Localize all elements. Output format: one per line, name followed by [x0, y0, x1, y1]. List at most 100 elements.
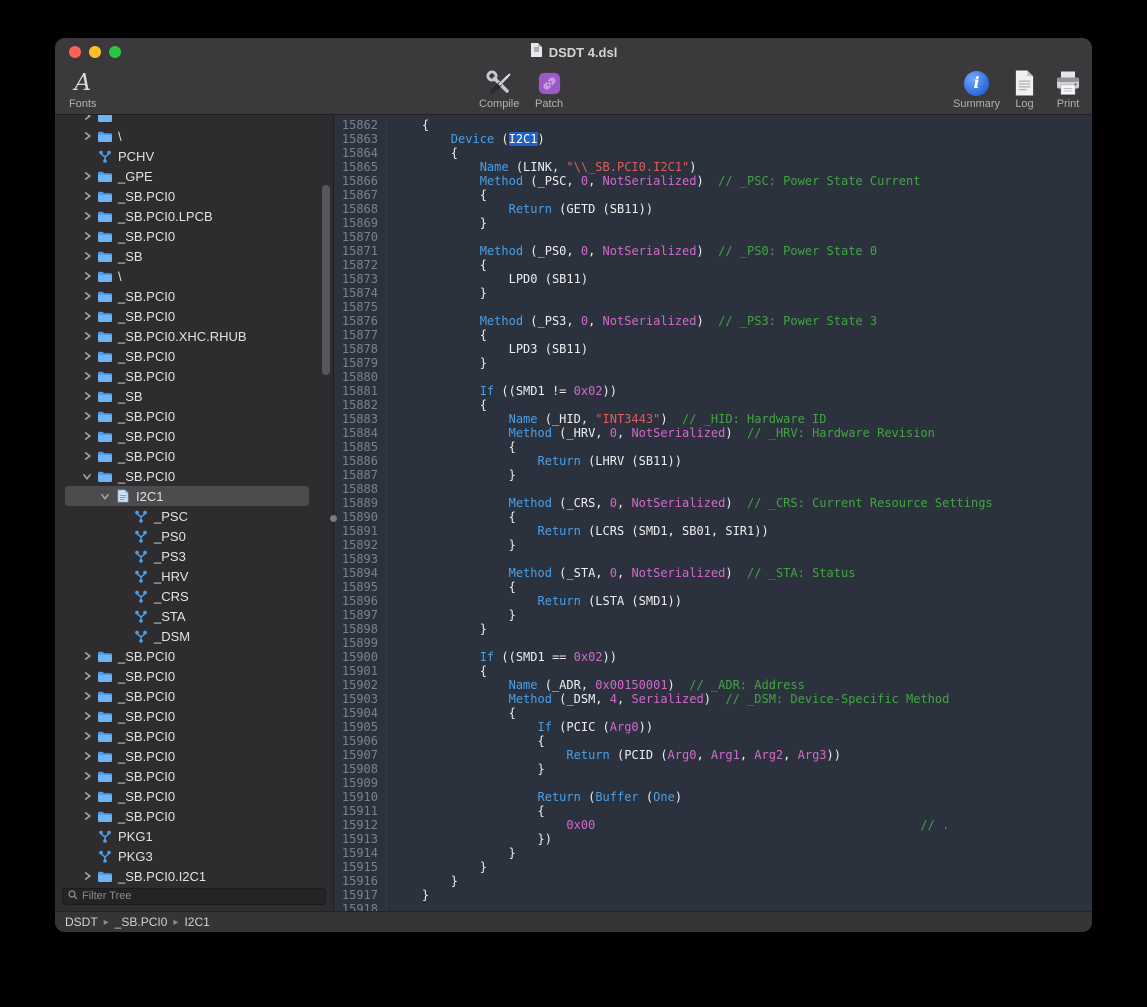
tree-item[interactable]: _SB.PCI0 [55, 666, 333, 686]
tree-item[interactable]: _SB.PCI0 [55, 466, 333, 486]
tree-item[interactable]: _PS3 [55, 546, 333, 566]
tree-item[interactable]: _PS0 [55, 526, 333, 546]
tree-item[interactable]: PKG3 [55, 846, 333, 866]
chevron-right-icon[interactable] [81, 250, 93, 262]
breadcrumb-item[interactable]: DSDT [65, 915, 98, 929]
tree-item[interactable]: _SB.PCI0.LPCB [55, 206, 333, 226]
pane-resize-handle[interactable] [330, 515, 337, 522]
chevron-right-icon[interactable] [81, 190, 93, 202]
chevron-right-icon[interactable] [81, 730, 93, 742]
breadcrumb-item[interactable]: I2C1 [184, 915, 209, 929]
tree-item[interactable]: _GPE [55, 166, 333, 186]
line-number: 15879 [334, 356, 387, 370]
tree-item[interactable]: _SB.PCI0 [55, 806, 333, 826]
patch-button[interactable]: Patch [535, 68, 563, 110]
tree-item[interactable]: \ [55, 126, 333, 146]
chevron-right-icon[interactable] [81, 650, 93, 662]
tree-item-label: _STA [154, 609, 186, 624]
chevron-right-icon[interactable] [81, 770, 93, 782]
chevron-right-icon[interactable] [81, 330, 93, 342]
code-line: 15902 Name (_ADR, 0x00150001) // _ADR: A… [334, 678, 1092, 692]
close-button[interactable] [69, 46, 81, 58]
log-button[interactable]: Log [1013, 68, 1036, 110]
filter-tree-field[interactable] [62, 888, 326, 905]
chevron-right-icon[interactable] [81, 750, 93, 762]
chevron-right-icon[interactable] [81, 710, 93, 722]
chevron-right-icon[interactable] [81, 290, 93, 302]
chevron-right-icon[interactable] [81, 790, 93, 802]
minimize-button[interactable] [89, 46, 101, 58]
zoom-button[interactable] [109, 46, 121, 58]
filter-tree-input[interactable] [82, 890, 320, 902]
tree-item[interactable]: _STA [55, 606, 333, 626]
chevron-right-icon[interactable] [81, 430, 93, 442]
tree-item[interactable]: _SB.PCI0 [55, 646, 333, 666]
tree-item[interactable]: _SB.PCI0 [55, 686, 333, 706]
tree-item[interactable]: _SB.PCI0 [55, 286, 333, 306]
code-text: Method (_HRV, 0, NotSerialized) // _HRV:… [387, 426, 935, 440]
chevron-right-icon[interactable] [81, 130, 93, 142]
tree-item[interactable]: _HRV [55, 566, 333, 586]
tree-item[interactable]: _SB.PCI0.XHC.RHUB [55, 326, 333, 346]
chevron-right-icon[interactable] [81, 810, 93, 822]
chevron-right-icon[interactable] [81, 210, 93, 222]
tree-item[interactable]: _SB [55, 386, 333, 406]
tree-item[interactable]: _CRS [55, 586, 333, 606]
code-line: 15903 Method (_DSM, 4, Serialized) // _D… [334, 692, 1092, 706]
code-line: 15915 } [334, 860, 1092, 874]
chevron-down-icon[interactable] [81, 470, 93, 482]
tree-item[interactable]: _SB.PCI0 [55, 746, 333, 766]
chevron-right-icon[interactable] [81, 410, 93, 422]
chevron-right-icon[interactable] [81, 170, 93, 182]
title-bar[interactable]: DSDT 4.dsl [55, 38, 1092, 66]
chevron-right-icon[interactable] [81, 230, 93, 242]
print-button[interactable]: Print [1054, 68, 1082, 110]
line-number: 15889 [334, 496, 387, 510]
line-number: 15899 [334, 636, 387, 650]
tree-item[interactable]: _SB.PCI0 [55, 366, 333, 386]
fonts-button[interactable]: A Fonts [69, 68, 97, 110]
tree-item[interactable]: _SB.PCI0 [55, 446, 333, 466]
tree-item[interactable]: PCHV [55, 146, 333, 166]
line-number: 15893 [334, 552, 387, 566]
line-number: 15874 [334, 286, 387, 300]
line-number: 15905 [334, 720, 387, 734]
tree-item[interactable]: _SB.PCI0 [55, 226, 333, 246]
tree-item[interactable]: _SB.PCI0 [55, 766, 333, 786]
tree-item[interactable] [55, 115, 333, 126]
tree-item[interactable]: \ [55, 266, 333, 286]
tree-item[interactable]: _DSM [55, 626, 333, 646]
chevron-right-icon[interactable] [81, 870, 93, 882]
summary-label: Summary [953, 99, 1000, 110]
tree-item[interactable]: _SB.PCI0 [55, 706, 333, 726]
chevron-right-icon[interactable] [81, 370, 93, 382]
compile-button[interactable]: Compile [479, 68, 519, 110]
folder-icon [96, 708, 113, 724]
chevron-right-icon[interactable] [81, 690, 93, 702]
chevron-right-icon[interactable] [81, 350, 93, 362]
tree-item[interactable]: _PSC [55, 506, 333, 526]
chevron-down-icon[interactable] [99, 490, 111, 502]
tree-item[interactable]: _SB.PCI0 [55, 786, 333, 806]
chevron-right-icon[interactable] [81, 670, 93, 682]
tree-item[interactable]: _SB.PCI0 [55, 346, 333, 366]
code-editor[interactable]: 15862 {15863 Device (I2C1)15864 {15865 N… [334, 115, 1092, 911]
sidebar-scrollbar-thumb[interactable] [322, 185, 330, 375]
chevron-right-icon[interactable] [81, 450, 93, 462]
tree-item[interactable]: _SB.PCI0 [55, 406, 333, 426]
summary-button[interactable]: i Summary [953, 68, 1000, 110]
tree-item[interactable]: PKG1 [55, 826, 333, 846]
code-line: 15904 { [334, 706, 1092, 720]
chevron-right-icon[interactable] [81, 310, 93, 322]
tree-item[interactable]: _SB.PCI0.I2C1 [55, 866, 333, 885]
tree-item[interactable]: _SB.PCI0 [55, 426, 333, 446]
chevron-right-icon[interactable] [81, 390, 93, 402]
chevron-right-icon[interactable] [81, 270, 93, 282]
tree-item[interactable]: _SB [55, 246, 333, 266]
tree-item[interactable]: _SB.PCI0 [55, 306, 333, 326]
breadcrumb-item[interactable]: _SB.PCI0 [115, 915, 168, 929]
tree-item[interactable]: I2C1 [55, 486, 333, 506]
chevron-right-icon[interactable] [81, 115, 93, 122]
tree-item[interactable]: _SB.PCI0 [55, 726, 333, 746]
tree-item[interactable]: _SB.PCI0 [55, 186, 333, 206]
